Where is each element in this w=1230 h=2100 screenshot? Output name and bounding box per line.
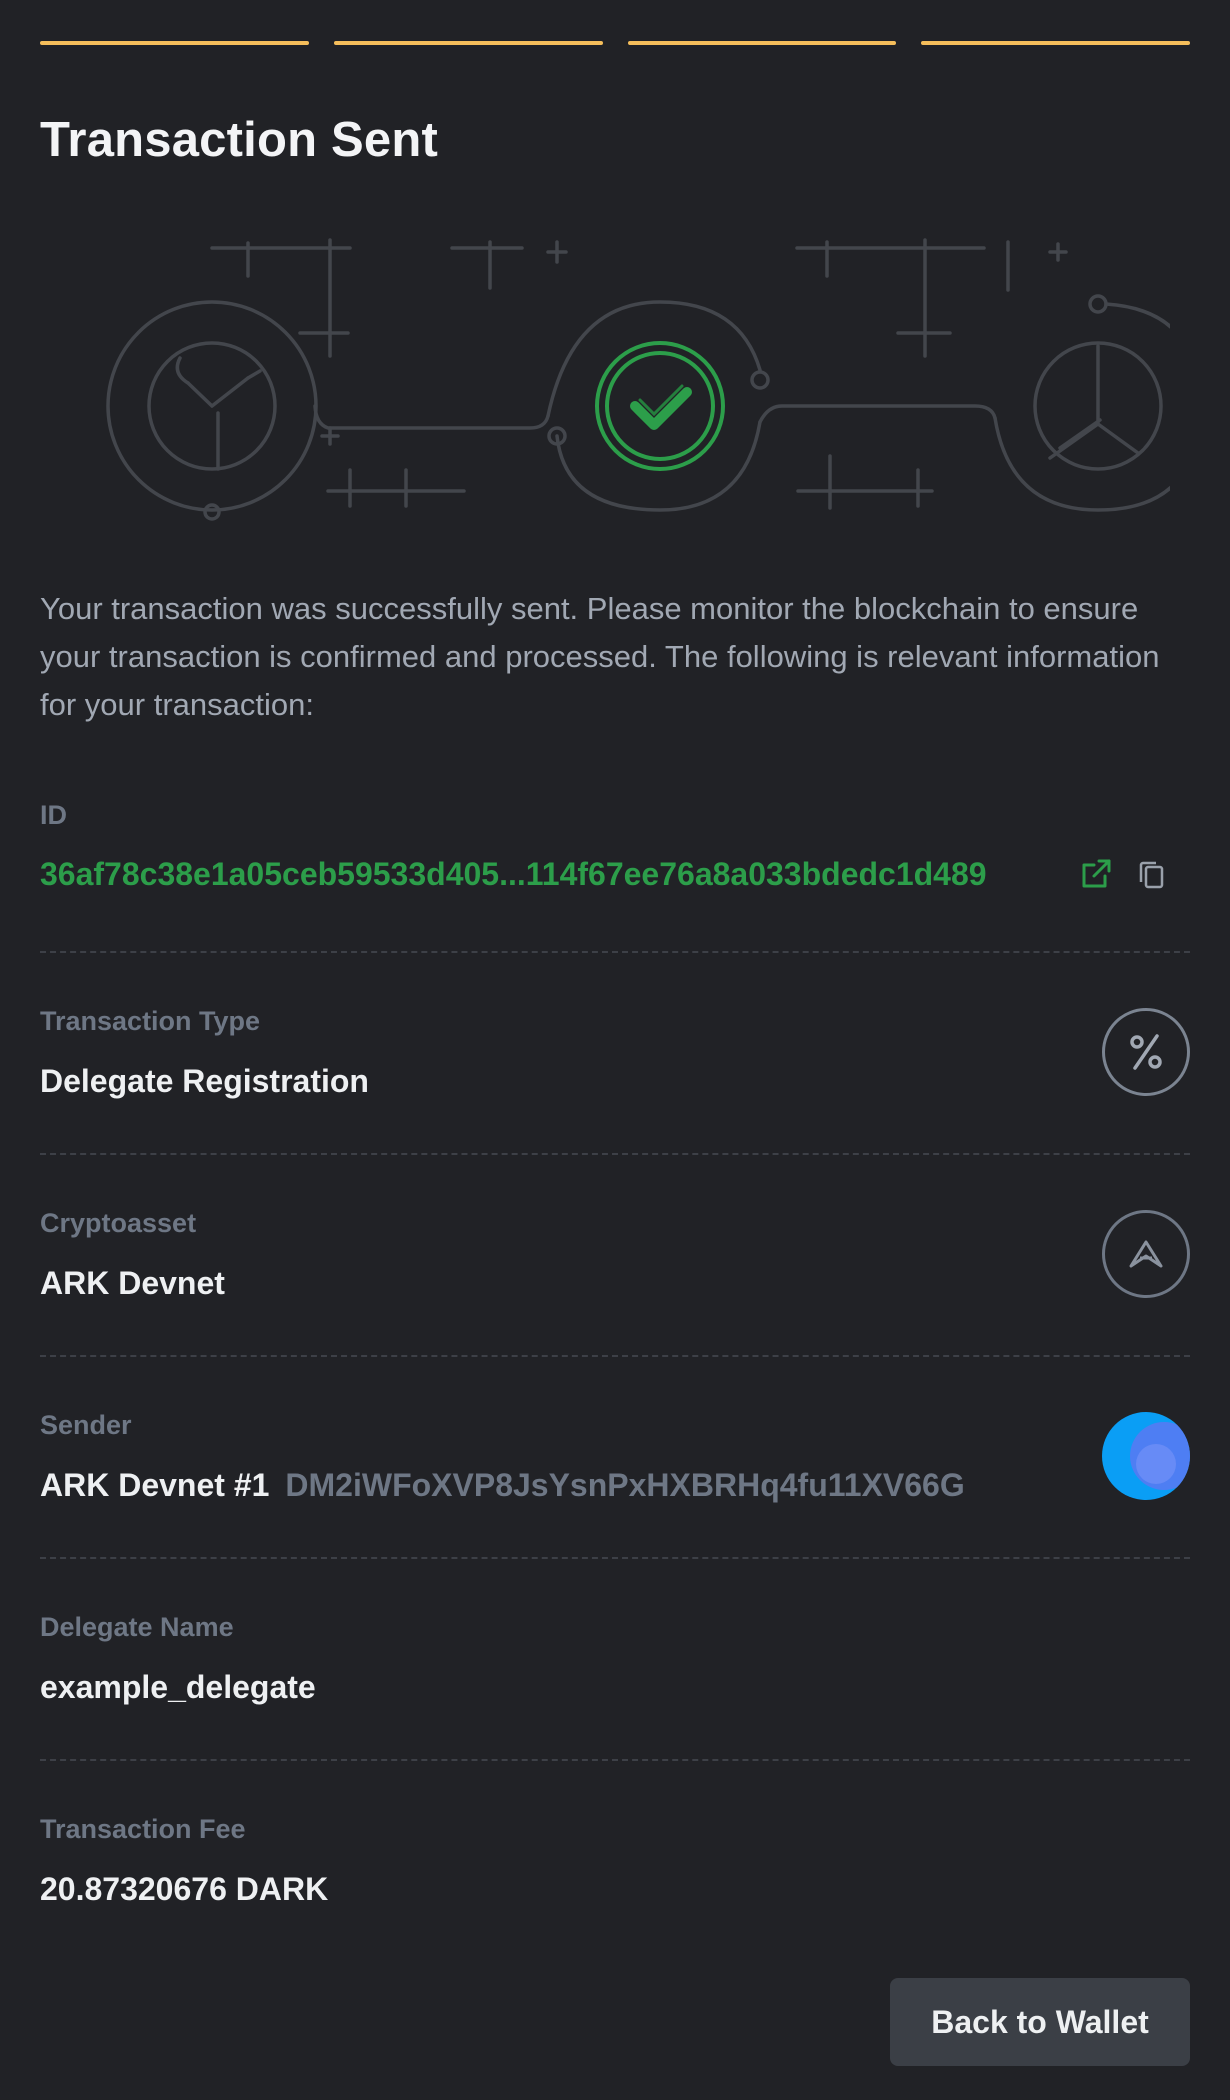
percent-icon <box>1102 1008 1190 1096</box>
ark-logo-icon <box>1102 1210 1190 1298</box>
transaction-success-illustration <box>106 238 1170 521</box>
section-divider <box>40 1355 1190 1357</box>
transaction-id-link[interactable]: 36af78c38e1a05ceb59533d405...114f67ee76a… <box>40 856 987 893</box>
id-label: ID <box>40 800 67 830</box>
sender-address: DM2iWFoXVP8JsYsnPxHXBRHq4fu11XV66G <box>285 1467 965 1503</box>
step-indicator <box>627 41 897 45</box>
section-divider <box>40 1557 1190 1559</box>
delegate-name-value: example_delegate <box>40 1669 316 1705</box>
step-indicator <box>921 41 1190 45</box>
back-to-wallet-button[interactable]: Back to Wallet <box>890 1978 1190 2066</box>
sender-wallet-name: ARK Devnet #1 <box>40 1467 270 1503</box>
transaction-type-value: Delegate Registration <box>40 1063 369 1099</box>
section-divider <box>40 1759 1190 1761</box>
step-progress-bar <box>40 41 1190 46</box>
delegate-name-label: Delegate Name <box>40 1612 234 1642</box>
section-divider <box>40 951 1190 953</box>
success-description: Your transaction was successfully sent. … <box>40 591 1160 722</box>
sender-label: Sender <box>40 1410 132 1440</box>
step-indicator <box>40 41 309 45</box>
avatar <box>1102 1412 1190 1500</box>
cryptoasset-label: Cryptoasset <box>40 1208 197 1238</box>
cryptoasset-value: ARK Devnet <box>40 1265 225 1301</box>
copy-icon[interactable] <box>1134 856 1170 892</box>
section-divider <box>40 1153 1190 1155</box>
transaction-sent-page: Transaction Sent Your transaction was su… <box>40 0 1190 2100</box>
page-title: Transaction Sent <box>40 113 439 167</box>
external-link-icon[interactable] <box>1078 856 1114 892</box>
transaction-type-label: Transaction Type <box>40 1006 261 1036</box>
transaction-fee-label: Transaction Fee <box>40 1814 246 1844</box>
sender-value: ARK Devnet #1 DM2iWFoXVP8JsYsnPxHXBRHq4fu… <box>40 1467 965 1504</box>
transaction-fee-value: 20.87320676 DARK <box>40 1871 329 1907</box>
id-tools <box>1078 856 1170 892</box>
step-indicator <box>333 41 603 45</box>
